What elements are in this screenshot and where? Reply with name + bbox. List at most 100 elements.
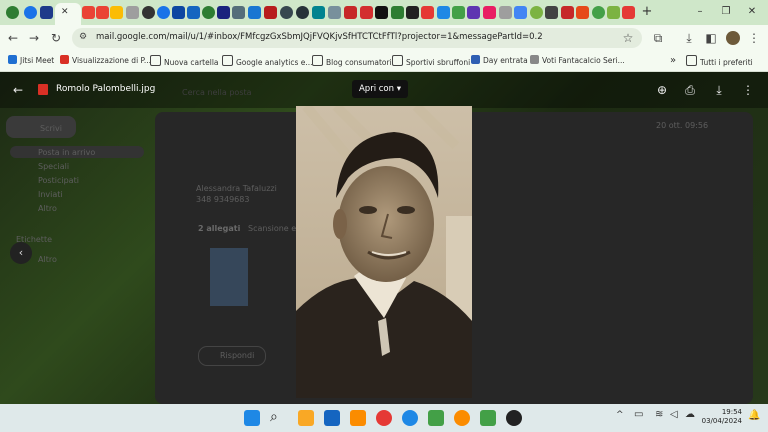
menu-icon[interactable]: ⋮ — [746, 30, 762, 46]
tab-favicon[interactable] — [142, 6, 155, 19]
tab-favicon[interactable] — [202, 6, 215, 19]
folder-icon — [392, 55, 403, 66]
notification-bell-icon[interactable]: 🔔 — [748, 410, 760, 421]
add-to-drive-icon[interactable]: ⊕ — [654, 82, 670, 98]
tab-favicon[interactable] — [391, 6, 404, 19]
tab-favicon[interactable] — [217, 6, 230, 19]
back-icon[interactable]: ← — [5, 30, 21, 46]
tab-favicon[interactable] — [576, 6, 589, 19]
tab-favicon[interactable] — [622, 6, 635, 19]
start-icon[interactable] — [244, 410, 260, 426]
bookmark-item[interactable]: Jitsi Meet — [8, 55, 54, 67]
wifi-icon[interactable]: ≋ — [655, 409, 663, 420]
site-info-icon[interactable]: ⚙ — [79, 32, 87, 42]
reply-label: Rispondi — [220, 351, 255, 360]
tab-favicon[interactable] — [187, 6, 200, 19]
tab-favicon[interactable] — [40, 6, 53, 19]
soccer-ball-icon[interactable] — [506, 410, 522, 426]
download-icon[interactable]: ⤓ — [681, 30, 697, 46]
volume-icon[interactable]: ◁ — [670, 409, 678, 420]
folder-item[interactable]: Inviati — [38, 190, 63, 199]
bookmark-star-icon[interactable]: ☆ — [620, 30, 636, 46]
chrome-profile-icon[interactable] — [428, 410, 444, 426]
chrome-app-icon[interactable] — [480, 410, 496, 426]
clock[interactable]: 19:54 03/04/2024 — [700, 408, 742, 426]
open-with-button[interactable]: Apri con ▾ — [352, 80, 408, 98]
tab-favicon[interactable] — [296, 6, 309, 19]
search-icon[interactable]: ⌕ — [270, 409, 278, 425]
tab-favicon[interactable] — [328, 6, 341, 19]
tab-favicon[interactable] — [232, 6, 245, 19]
bookmark-item[interactable]: Visualizzazione di P... — [60, 55, 151, 67]
tab-favicon[interactable] — [483, 6, 496, 19]
tab-favicon[interactable] — [157, 6, 170, 19]
reload-icon[interactable]: ↻ — [48, 30, 64, 46]
minimize-button[interactable]: – — [690, 4, 710, 20]
tab-favicon[interactable] — [467, 6, 480, 19]
print-icon[interactable]: ⎙ — [682, 82, 698, 98]
bookmark-item[interactable]: Voti Fantacalcio Seri... — [530, 55, 625, 67]
new-tab-button[interactable]: + — [640, 5, 654, 19]
tab-favicon[interactable] — [24, 6, 37, 19]
gmail-icon — [60, 55, 69, 64]
edge-icon[interactable] — [402, 410, 418, 426]
extensions-icon[interactable]: ⧉ — [650, 30, 666, 46]
tab-favicon[interactable] — [607, 6, 620, 19]
folder-item[interactable]: Altro — [38, 204, 57, 213]
close-window-button[interactable]: ✕ — [742, 4, 762, 20]
attachment-thumbnail[interactable] — [210, 248, 248, 306]
tab-favicon[interactable] — [360, 6, 373, 19]
file-explorer-icon[interactable] — [298, 410, 314, 426]
photos-icon[interactable] — [350, 410, 366, 426]
chevron-up-icon[interactable]: ^ — [616, 410, 624, 420]
tab-list-icon[interactable] — [6, 6, 19, 19]
url-text[interactable]: mail.google.com/mail/u/1/#inbox/FMfcgzGx… — [96, 32, 543, 42]
folder-item[interactable]: Speciali — [38, 162, 69, 171]
onedrive-icon[interactable]: ☁ — [685, 409, 695, 420]
tab-favicon[interactable] — [530, 6, 543, 19]
tab-favicon[interactable] — [312, 6, 325, 19]
profile-avatar[interactable] — [726, 31, 740, 45]
tab-favicon[interactable] — [375, 6, 388, 19]
battery-icon[interactable]: ▭ — [634, 409, 643, 420]
tab-favicon[interactable] — [96, 6, 109, 19]
tab-favicon[interactable] — [406, 6, 419, 19]
tab-favicon[interactable] — [344, 6, 357, 19]
side-panel-icon[interactable]: ◧ — [703, 30, 719, 46]
bookmark-item[interactable]: Blog consumatori — [312, 55, 392, 67]
tab-favicon[interactable] — [499, 6, 512, 19]
forward-icon[interactable]: → — [26, 30, 42, 46]
restore-button[interactable]: ❐ — [716, 4, 736, 20]
tab-favicon[interactable] — [592, 6, 605, 19]
tab-favicon[interactable] — [82, 6, 95, 19]
tab-close-icon[interactable]: ✕ — [61, 7, 69, 17]
chrome-icon[interactable] — [376, 410, 392, 426]
bookmark-item[interactable]: Nuova cartella — [150, 55, 219, 67]
download-icon[interactable]: ⤓ — [711, 82, 727, 98]
tab-favicon[interactable] — [421, 6, 434, 19]
close-viewer-icon[interactable]: ← — [10, 82, 26, 98]
tab-favicon[interactable] — [264, 6, 277, 19]
all-bookmarks-item[interactable]: Tutti i preferiti — [686, 55, 753, 67]
tab-favicon[interactable] — [561, 6, 574, 19]
tab-favicon[interactable] — [248, 6, 261, 19]
folder-item[interactable]: Posticipati — [38, 176, 79, 185]
bookmark-item[interactable]: Day entrata — [471, 55, 528, 67]
tab-favicon[interactable] — [126, 6, 139, 19]
tab-favicon[interactable] — [514, 6, 527, 19]
bookmarks-more-button[interactable]: » — [670, 55, 676, 67]
folder-item[interactable]: Posta in arrivo — [38, 148, 95, 157]
bookmark-item[interactable]: Sportivi sbruffoni — [392, 55, 470, 67]
firefox-icon[interactable] — [454, 410, 470, 426]
notepad-icon[interactable] — [324, 410, 340, 426]
tab-favicon[interactable] — [280, 6, 293, 19]
tab-favicon[interactable] — [437, 6, 450, 19]
tab-favicon[interactable] — [452, 6, 465, 19]
prev-attachment-button[interactable]: ‹ — [10, 242, 32, 264]
label-item[interactable]: Altro — [38, 255, 57, 264]
tab-favicon[interactable] — [545, 6, 558, 19]
tab-favicon[interactable] — [172, 6, 185, 19]
tab-favicon[interactable] — [110, 6, 123, 19]
more-options-icon[interactable]: ⋮ — [740, 82, 756, 98]
bookmark-item[interactable]: Google analytics e... — [222, 55, 313, 67]
